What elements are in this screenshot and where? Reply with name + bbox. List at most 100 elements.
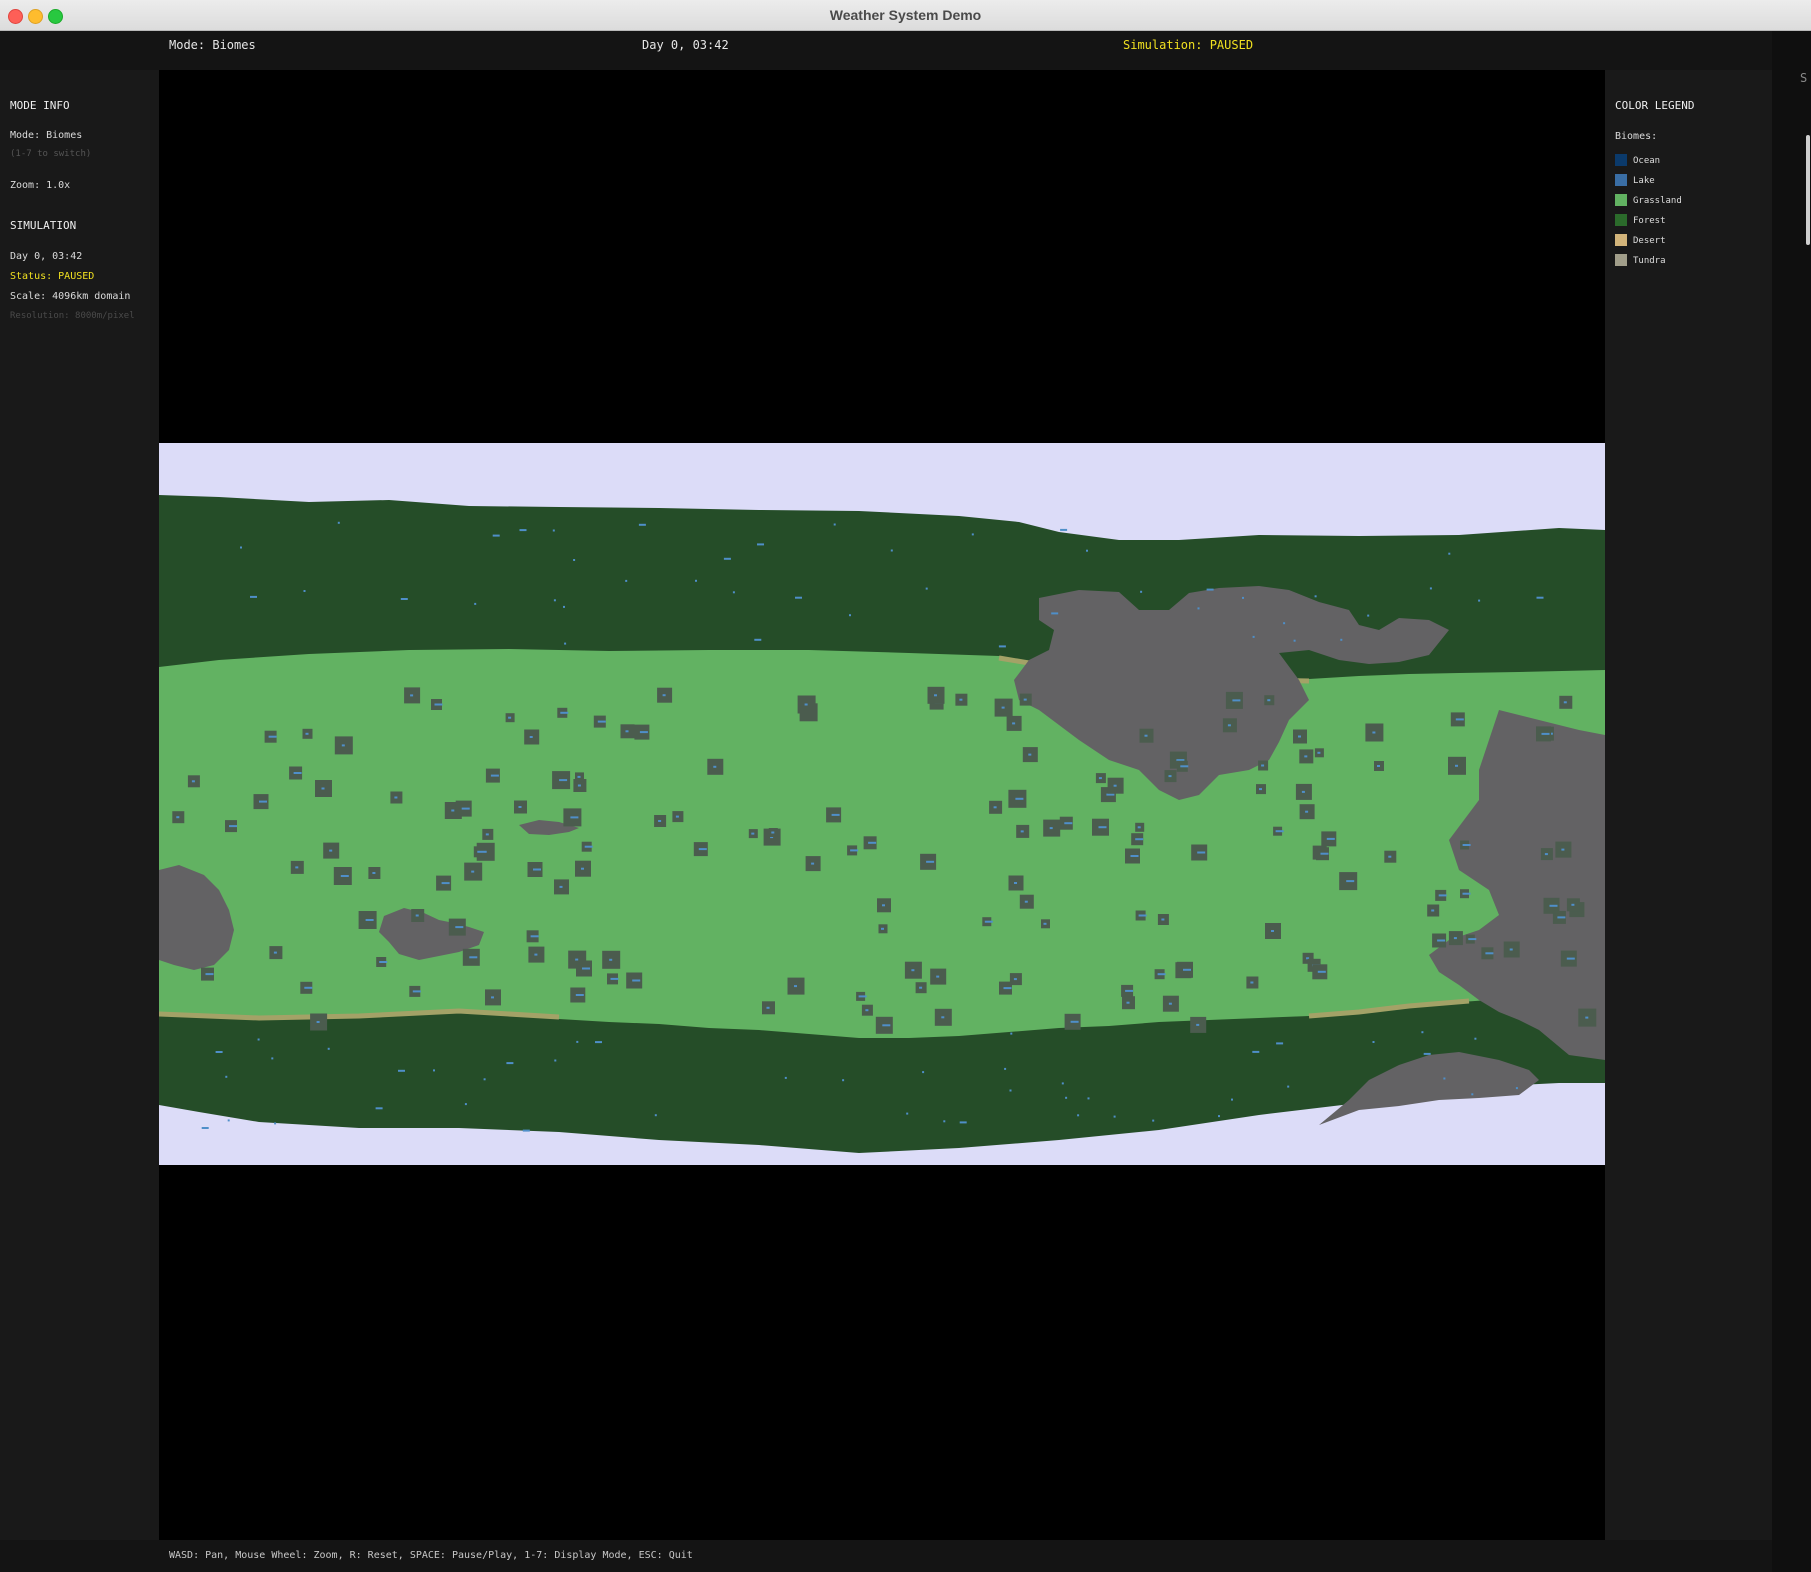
biome-map-image (158, 443, 1605, 1165)
lake (1563, 701, 1567, 704)
lake (1509, 948, 1513, 951)
lake (919, 986, 923, 989)
desert-swatch (1615, 234, 1627, 246)
lake (1453, 937, 1457, 940)
legend-label-forest: Forest (1633, 216, 1666, 226)
lake (881, 927, 884, 930)
lake (559, 779, 568, 782)
top-status-bar: Mode: Biomes Day 0, 03:42 Simulation: PA… (0, 31, 1772, 70)
lake (441, 882, 450, 885)
lake (1168, 775, 1172, 778)
lake (1060, 528, 1068, 531)
lake (1536, 596, 1544, 599)
lake (1585, 1016, 1589, 1019)
simulation-status: Simulation: PAUSED (1123, 38, 1254, 52)
lake (1293, 639, 1296, 642)
lake (375, 1107, 383, 1110)
lake (304, 986, 313, 989)
lake (723, 557, 731, 560)
lake (1098, 777, 1102, 780)
controls-bar: WASD: Pan, Mouse Wheel: Zoom, R: Reset, … (0, 1540, 1772, 1572)
lake (1305, 810, 1309, 813)
mode-indicator: Mode: Biomes (169, 38, 256, 52)
lake (1197, 607, 1200, 610)
lake (533, 868, 541, 871)
lake (757, 543, 764, 546)
lake (1242, 596, 1244, 599)
lake (625, 579, 628, 582)
lake (698, 848, 707, 851)
lake (1541, 732, 1550, 735)
legend-label-lake: Lake (1633, 176, 1655, 186)
lake (1317, 751, 1321, 754)
lake (1125, 989, 1134, 992)
lake (1043, 922, 1047, 925)
lake (959, 1121, 967, 1124)
scrollbar-thumb[interactable] (1806, 135, 1810, 245)
lake (1232, 699, 1241, 702)
lake (1377, 765, 1380, 767)
ocean-swatch (1615, 154, 1627, 166)
lake (1301, 790, 1305, 793)
lake (1064, 822, 1073, 825)
lake (554, 1059, 557, 1062)
lake (455, 926, 464, 929)
lake (575, 958, 579, 961)
lake (563, 605, 565, 608)
lake (936, 975, 940, 978)
lake (1106, 793, 1115, 796)
biomes-label: Biomes: (1615, 131, 1658, 142)
lake (201, 1127, 209, 1129)
lake (943, 1120, 946, 1123)
lake (329, 849, 333, 852)
lake (1549, 904, 1558, 907)
lake (1437, 939, 1446, 942)
lake (1024, 900, 1028, 903)
lake (695, 579, 697, 582)
biome-map[interactable] (158, 70, 1605, 1540)
lake (365, 919, 374, 921)
lake (491, 996, 494, 999)
lake (1061, 1082, 1064, 1085)
lake (1340, 638, 1343, 641)
lake (485, 833, 489, 836)
lake (508, 716, 512, 719)
lake (1161, 918, 1165, 921)
lake (849, 614, 851, 617)
lake (1087, 1097, 1090, 1100)
clock-display: Day 0, 03:42 (642, 38, 729, 52)
lake (1455, 764, 1458, 767)
lake (434, 703, 443, 706)
domain-scale: Scale: 4096km domain (10, 291, 131, 302)
lake (274, 1122, 277, 1125)
lake (582, 967, 590, 970)
lake (1003, 987, 1012, 990)
map-viewport[interactable] (158, 70, 1605, 1540)
lake (471, 870, 475, 873)
lake (1152, 1119, 1155, 1122)
lake (610, 977, 619, 980)
lake (795, 596, 802, 599)
lake (639, 731, 648, 734)
lake (530, 935, 539, 938)
lake (732, 591, 735, 594)
lake (771, 831, 775, 834)
lake (882, 1024, 891, 1027)
lake (191, 780, 195, 783)
lake (984, 920, 993, 923)
lake (1135, 838, 1144, 841)
lake (906, 1112, 909, 1115)
lake (1009, 1089, 1012, 1092)
lake (433, 1069, 435, 1072)
lake (1196, 1023, 1200, 1026)
lake (1298, 735, 1301, 738)
lake (1320, 852, 1329, 855)
lake (1001, 706, 1005, 709)
lake (1287, 1085, 1290, 1088)
lake (662, 694, 666, 697)
lake (1020, 830, 1024, 833)
lake (922, 1071, 925, 1074)
lake (1180, 765, 1189, 768)
lake (1140, 590, 1143, 593)
lake (560, 711, 569, 714)
